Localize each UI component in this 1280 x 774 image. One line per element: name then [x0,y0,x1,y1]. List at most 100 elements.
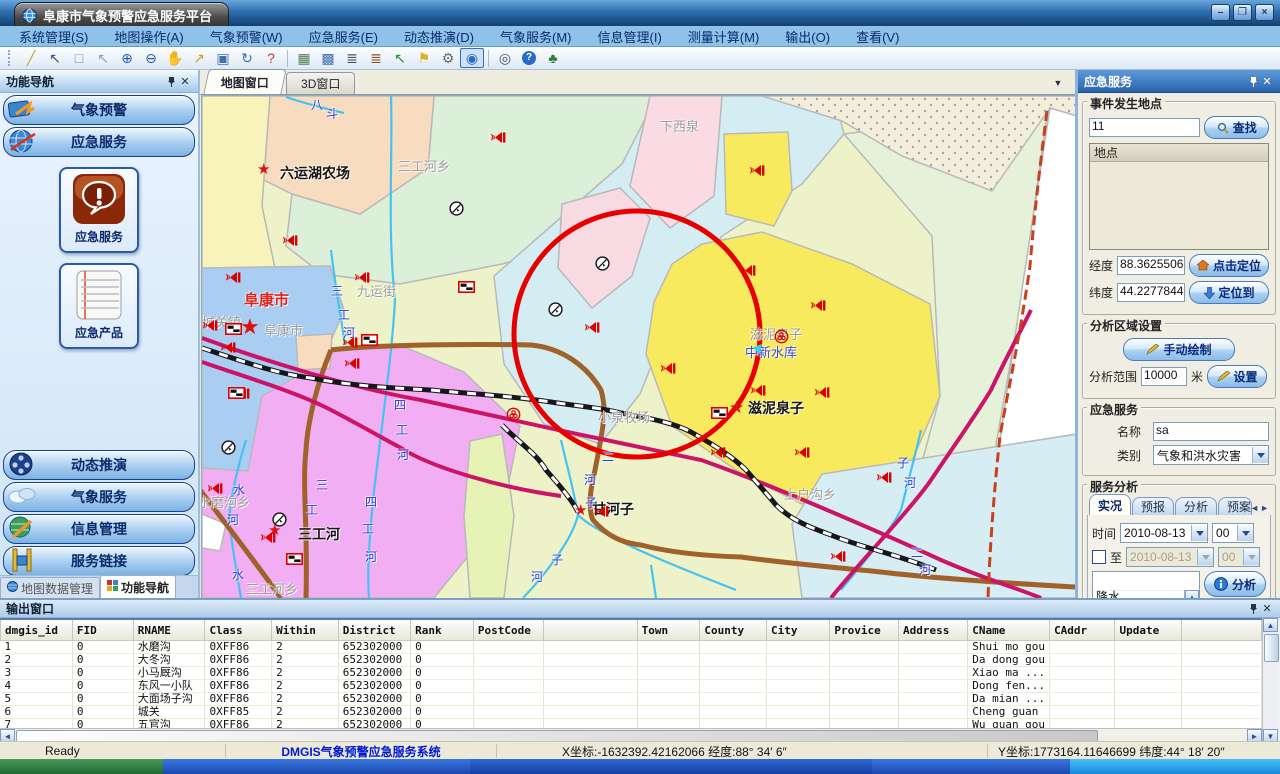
siren-icon[interactable] [814,386,830,399]
pin-icon[interactable] [1246,74,1260,88]
siren-icon[interactable] [225,271,241,284]
pin-tool-icon[interactable]: ⚑ [412,48,436,68]
print-icon[interactable]: ≣ [340,48,364,68]
pin-icon[interactable] [1246,602,1260,616]
table-row-7[interactable]: 70五官沟0XFF8626523020000Wu guan gou [1,719,1262,729]
locate-to-button[interactable]: 定位到 [1189,281,1269,304]
siren-icon[interactable] [810,299,826,312]
table-row-6[interactable]: 60城关0XFF8526523020000Cheng guan [1,706,1262,719]
location-list[interactable]: 地点 [1089,143,1269,250]
vertical-scrollbar[interactable]: ▲ ▼ [1262,618,1279,743]
siren-icon[interactable] [584,321,600,334]
layers-icon[interactable]: ▦ [292,48,316,68]
click-locate-button[interactable]: 点击定位 [1189,254,1269,277]
table-row-4[interactable]: 40东风一小队0XFF8626523020000Dong fen... [1,680,1262,693]
close-icon[interactable]: ✕ [1260,602,1274,616]
map-tab-3D窗口[interactable]: 3D窗口 [286,72,355,94]
menu-item-10[interactable]: 查看(V) [843,26,912,47]
sidebar-nav-服务链接[interactable]: 服务链接 [3,546,195,576]
siren-icon[interactable] [202,319,218,332]
menu-item-9[interactable]: 输出(O) [772,26,843,47]
column-header-Within[interactable]: Within [272,619,339,641]
select-arrow-icon[interactable]: ↖ [43,48,67,68]
flag-marker-icon[interactable] [361,334,378,346]
analyze-button[interactable]: 分析 [1204,571,1266,597]
map-tab-地图窗口[interactable]: 地图窗口 [203,69,286,94]
menu-item-3[interactable]: 气象预警(W) [197,26,296,47]
help-icon[interactable]: ? [517,48,541,68]
chevron-down-icon[interactable] [1252,447,1268,463]
hour-select[interactable]: 00 [1212,523,1254,543]
siren-icon[interactable] [749,164,765,177]
to-checkbox[interactable] [1092,550,1106,564]
settings-gear-icon[interactable]: ⚙ [436,48,460,68]
taskbar-segment[interactable] [1070,759,1280,774]
analysis-tab-预报[interactable]: 预报 [1132,497,1174,515]
column-header-District[interactable]: District [338,619,410,641]
pin-icon[interactable] [164,74,178,88]
siren-icon[interactable] [593,505,609,518]
column-header-Update[interactable]: Update [1115,619,1182,641]
station-icon[interactable] [449,201,464,216]
menu-item-4[interactable]: 应急服务(E) [296,26,391,47]
column-header-Provice[interactable]: Provice [830,619,899,641]
zoom-out-icon[interactable]: ⊖ [139,48,163,68]
sidebar-nav-应急服务[interactable]: 应急服务 [3,127,195,157]
v-scroll-thumb[interactable] [1264,634,1279,662]
column-header-dmgis_id[interactable]: dmgis_id [1,619,73,641]
column-header-Address[interactable]: Address [898,619,967,641]
full-extent-icon[interactable]: ▣ [211,48,235,68]
siren-icon[interactable] [490,131,506,144]
select-green-icon[interactable]: ↖ [388,48,412,68]
chevron-down-icon[interactable] [1191,525,1207,541]
taskbar-segment[interactable] [0,759,163,774]
select-feature-icon[interactable]: ↖ [91,48,115,68]
tab-scroll-right-icon[interactable]: ► [1260,503,1269,513]
menu-item-6[interactable]: 气象服务(M) [487,26,585,47]
station-icon[interactable] [595,256,610,271]
siren-icon[interactable] [282,234,298,247]
siren-icon[interactable] [876,471,892,484]
column-header-Town[interactable]: Town [637,619,700,641]
location-search-input[interactable]: 11 [1089,118,1200,137]
station-icon[interactable] [548,302,563,317]
tile-应急产品[interactable]: 应急产品 [59,263,139,349]
sidebar-tab-功能导航[interactable]: 功能导航 [100,575,176,598]
flag-marker-icon[interactable] [458,281,475,293]
export-image-icon[interactable]: ♣ [541,48,565,68]
results-table[interactable]: dmgis_idFIDRNAMEClassWithinDistrictRankP… [0,618,1262,728]
maximize-button[interactable]: ❐ [1233,4,1252,21]
globe-tool-icon[interactable]: ◉ [460,48,484,68]
refresh-icon[interactable]: ↻ [235,48,259,68]
zoom-in-icon[interactable]: ⊕ [115,48,139,68]
siren-icon[interactable] [750,384,766,397]
latitude-input[interactable]: 44.2277844 [1117,283,1185,302]
menu-item-8[interactable]: 测量计算(M) [675,26,773,47]
select-rect-icon[interactable]: □ [67,48,91,68]
pointer-icon[interactable]: ↗ [187,48,211,68]
column-header-City[interactable]: City [766,619,829,641]
column-header-RNAME[interactable]: RNAME [133,619,205,641]
close-button[interactable]: × [1255,4,1274,21]
date-select[interactable]: 2010-08-13 [1120,523,1208,543]
flag-marker-icon[interactable] [286,553,303,565]
column-header-CName[interactable]: CName [968,619,1050,641]
flag-marker-icon[interactable] [711,407,728,419]
siren-icon[interactable] [740,264,756,277]
service-type-select[interactable]: 气象和洪水灾害 [1153,445,1269,465]
table-row-3[interactable]: 30小马厩沟0XFF8626523020000Xiao ma ... [1,667,1262,680]
taskbar-segment[interactable] [872,759,1070,774]
sidebar-tab-地图数据管理[interactable]: 地图数据管理 [0,577,100,598]
manual-draw-button[interactable]: 手动绘制 [1123,338,1235,361]
menu-item-7[interactable]: 信息管理(I) [585,26,675,47]
eye-icon[interactable]: ◎ [493,48,517,68]
sidebar-nav-信息管理[interactable]: 信息管理 [3,514,195,544]
siren-icon[interactable] [660,362,676,375]
flag-marker-icon[interactable] [228,387,245,399]
toolbar-grip[interactable] [8,50,14,66]
column-header-blank[interactable] [544,619,637,641]
column-header-Rank[interactable]: Rank [411,619,474,641]
table-row-2[interactable]: 20大冬沟0XFF8626523020000Da dong gou [1,654,1262,667]
sidebar-nav-动态推演[interactable]: 动态推演 [3,450,195,480]
analysis-tab-预案[interactable]: 预案 [1218,497,1252,515]
